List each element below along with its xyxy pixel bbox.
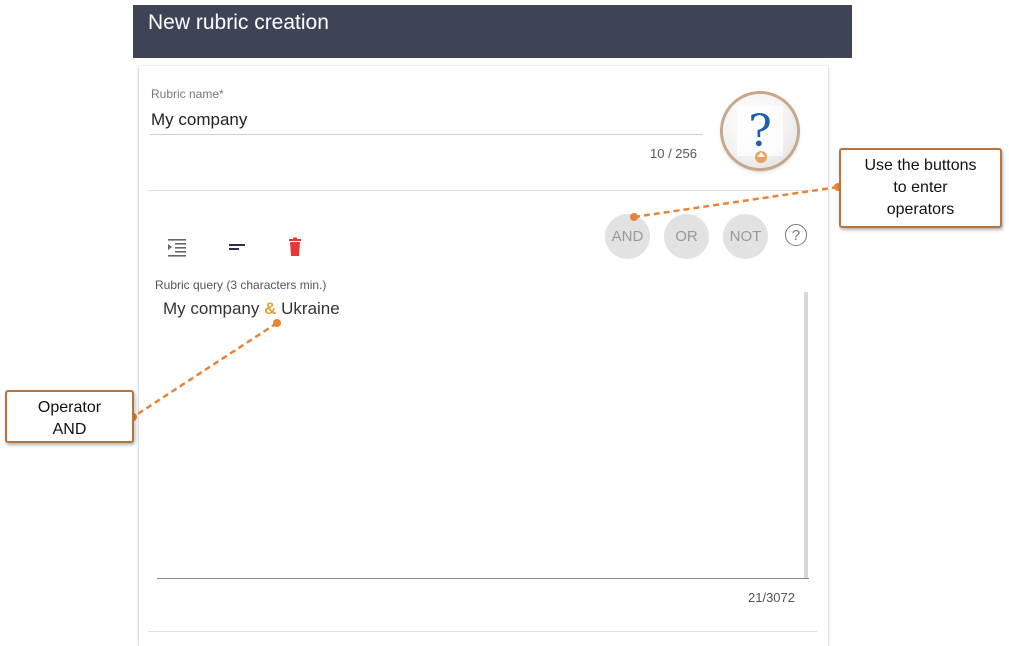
help-circle-icon[interactable]: ? <box>785 224 807 246</box>
rubric-name-input[interactable] <box>150 106 703 135</box>
and-operator-symbol: & <box>264 299 277 318</box>
align-button[interactable] <box>226 236 248 258</box>
buttons-callout: Use the buttons to enter operators <box>839 148 1002 228</box>
not-operator-button[interactable]: NOT <box>723 214 768 259</box>
or-operator-button[interactable]: OR <box>664 214 709 259</box>
rubric-form-card: Rubric name* 10 / 256 ? <box>139 66 828 646</box>
operator-callout: Operator AND <box>5 390 134 443</box>
align-icon <box>229 244 245 250</box>
rubric-query-text: My company & Ukraine <box>163 299 340 318</box>
bottom-divider <box>148 631 817 632</box>
help-question-icon: ? <box>737 106 783 163</box>
delete-button[interactable] <box>284 236 306 258</box>
section-divider <box>148 190 817 191</box>
rubric-query-label: Rubric query (3 characters min.) <box>155 278 327 292</box>
and-operator-button[interactable]: AND <box>605 214 650 259</box>
page-title: New rubric creation <box>148 11 329 34</box>
trash-icon <box>289 237 301 256</box>
rubric-name-counter: 10 / 256 <box>650 146 697 161</box>
rubric-query-counter: 21/3072 <box>748 590 795 605</box>
rubric-name-label: Rubric name* <box>151 87 224 101</box>
help-badge[interactable]: ? <box>723 94 797 168</box>
page-header: New rubric creation <box>133 5 852 58</box>
indent-icon <box>168 239 186 257</box>
svg-text:?: ? <box>748 106 772 157</box>
rubric-query-editor[interactable]: My company & Ukraine <box>157 294 809 579</box>
query-scrollbar[interactable] <box>804 292 808 578</box>
indent-button[interactable] <box>166 236 188 258</box>
